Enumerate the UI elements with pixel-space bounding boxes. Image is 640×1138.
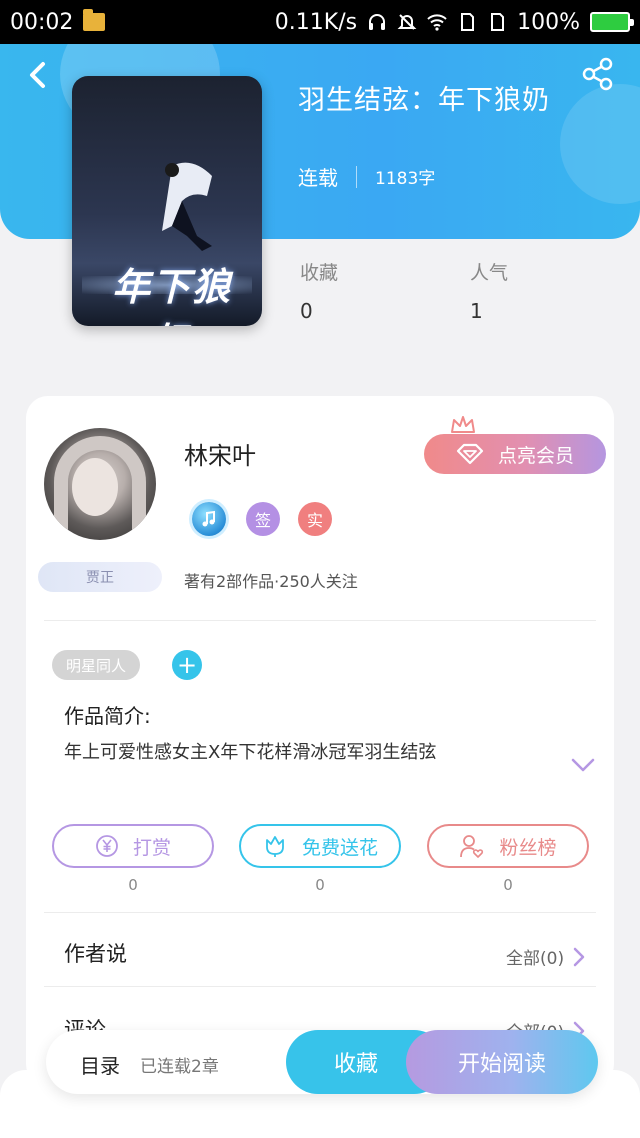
book-cover[interactable]: 年下狼奶	[72, 76, 262, 326]
book-status: 连载	[298, 166, 338, 190]
fan-ranking-label: 粉丝榜	[499, 836, 557, 859]
stat-label: 收藏	[300, 262, 339, 284]
network-speed: 0.11K/s	[274, 9, 358, 35]
tip-button[interactable]: 打赏	[52, 824, 214, 868]
skater-figure-icon	[162, 162, 212, 251]
tip-button-label: 打赏	[132, 836, 171, 859]
member-button[interactable]: 点亮会员	[424, 434, 606, 474]
synopsis-text: 年上可爱性感女主X年下花样滑冰冠军羽生结弦	[64, 742, 437, 763]
flower-count: 0	[315, 876, 325, 894]
user-heart-icon	[460, 835, 484, 858]
word-count: 1183字	[375, 169, 436, 189]
author-says-view-all[interactable]: 全部(0)	[506, 944, 586, 969]
folder-icon	[83, 9, 106, 31]
stat-value: 1	[470, 299, 483, 323]
chevron-right-icon	[573, 947, 585, 966]
divider	[44, 620, 596, 621]
tip-count: 0	[128, 876, 138, 894]
author-says-link: 全部(0)	[506, 949, 565, 969]
fan-ranking-button[interactable]: 粉丝榜	[427, 824, 589, 868]
author-says-title: 作者说	[64, 942, 127, 966]
sim-icon	[461, 13, 475, 31]
crown-icon	[451, 416, 475, 433]
signed-badge: 签	[246, 502, 280, 536]
avatar-face	[72, 458, 118, 516]
battery-icon	[590, 12, 634, 32]
chevron-down-icon[interactable]	[570, 754, 596, 776]
author-name[interactable]: 林宋叶	[184, 436, 256, 471]
send-flower-button[interactable]: 免费送花	[239, 824, 401, 868]
back-button[interactable]	[20, 58, 54, 92]
share-icon[interactable]	[580, 56, 616, 92]
synopsis-heading: 作品简介:	[64, 704, 151, 728]
status-time: 00:02	[10, 9, 74, 35]
author-avatar[interactable]	[44, 428, 156, 540]
divider	[44, 986, 596, 987]
yen-coin-icon	[96, 835, 118, 857]
toc-button[interactable]: 目录	[80, 1050, 120, 1079]
chapters-count: 已连载2章	[140, 1057, 219, 1077]
stat-value: 0	[300, 299, 313, 323]
mute-icon	[397, 14, 417, 30]
chevron-left-icon	[30, 62, 45, 88]
book-meta: 连载 1183字	[298, 162, 435, 191]
member-button-label: 点亮会员	[497, 444, 574, 467]
divider	[44, 912, 596, 913]
diamond-icon	[456, 443, 484, 465]
flower-icon	[266, 836, 284, 857]
author-stats: 著有2部作品·250人关注	[184, 572, 358, 591]
sim-icon	[491, 13, 505, 31]
verified-badge: 实	[298, 502, 332, 536]
stat-label: 人气	[470, 262, 509, 284]
genre-tag[interactable]: 明星同人	[52, 650, 140, 680]
start-reading-button[interactable]: 开始阅读	[406, 1030, 598, 1094]
author-tag: 贾正	[38, 562, 162, 592]
cover-title: 年下狼奶	[111, 264, 232, 326]
stat-favorites: 收藏 0	[300, 258, 338, 323]
wifi-icon	[427, 14, 447, 31]
stat-popularity: 人气 1	[470, 258, 508, 323]
send-flower-label: 免费送花	[301, 836, 378, 859]
battery-percent: 100%	[517, 9, 580, 35]
headphones-icon	[369, 14, 386, 30]
book-title: 羽生结弦：年下狼奶	[298, 85, 550, 116]
meta-divider	[356, 165, 357, 188]
music-badge-icon	[192, 502, 226, 536]
fan-count: 0	[503, 876, 513, 894]
status-bar: 00:02 0.11K/s 100%	[0, 0, 640, 44]
add-tag-button[interactable]: +	[172, 650, 202, 680]
